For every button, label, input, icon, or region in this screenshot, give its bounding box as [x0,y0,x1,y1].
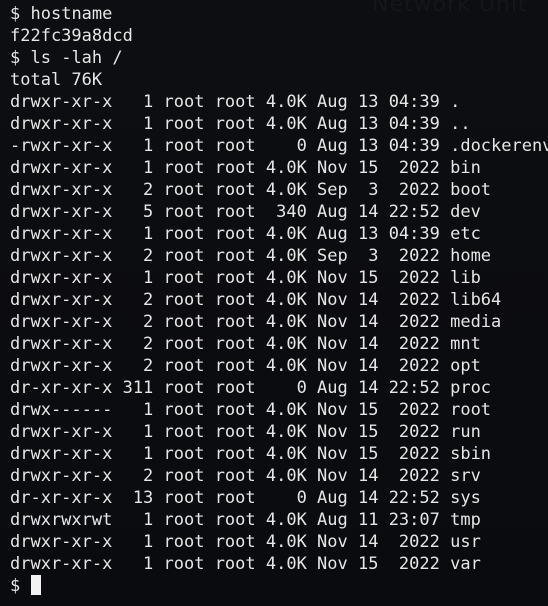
output-line: drwxrwxrwt 1 root root 4.0K Aug 11 23:07… [10,509,548,531]
output-line: drwxr-xr-x 1 root root 4.0K Nov 15 2022 … [10,267,548,289]
output-text: drwxr-xr-x 1 root root 4.0K Nov 15 2022 … [10,554,481,574]
output-text: drwxr-xr-x 1 root root 4.0K Nov 15 2022 … [10,444,492,464]
output-text: drwxr-xr-x 1 root root 4.0K Nov 15 2022 … [10,158,481,178]
output-text: drwxr-xr-x 2 root root 4.0K Sep 3 2022 b… [10,180,492,200]
terminal-window[interactable]: Network Unit $ hostname f22fc39a8dcd $ ls … [0,0,548,606]
output-text: drwxrwxrwt 1 root root 4.0K Aug 11 23:07… [10,510,481,530]
output-line: -rwxr-xr-x 1 root root 0 Aug 13 04:39 .d… [10,135,548,157]
command-line: $ hostname [10,3,548,25]
output-line: drwxr-xr-x 1 root root 4.0K Aug 13 04:39… [10,91,548,113]
output-text: drwxr-xr-x 1 root root 4.0K Nov 14 2022 … [10,532,481,552]
output-line: drwxr-xr-x 1 root root 4.0K Nov 14 2022 … [10,531,548,553]
output-line: drwxr-xr-x 1 root root 4.0K Aug 13 04:39… [10,223,548,245]
output-text: drwx------ 1 root root 4.0K Nov 15 2022 … [10,400,492,420]
command-text: ls -lah / [30,48,123,68]
output-line: dr-xr-xr-x 311 root root 0 Aug 14 22:52 … [10,377,548,399]
output-line: drwxr-xr-x 2 root root 4.0K Sep 3 2022 b… [10,179,548,201]
output-line: drwxr-xr-x 1 root root 4.0K Aug 13 04:39… [10,113,548,135]
output-text: drwxr-xr-x 2 root root 4.0K Nov 14 2022 … [10,356,481,376]
output-line: drwxr-xr-x 2 root root 4.0K Nov 14 2022 … [10,333,548,355]
output-line: drwxr-xr-x 2 root root 4.0K Sep 3 2022 h… [10,245,548,267]
output-line: drwxr-xr-x 2 root root 4.0K Nov 14 2022 … [10,311,548,333]
prompt-symbol: $ [10,48,21,68]
output-line: drwxr-xr-x 1 root root 4.0K Nov 15 2022 … [10,443,548,465]
output-text: drwxr-xr-x 5 root root 340 Aug 14 22:52 … [10,202,481,222]
output-line: drwxr-xr-x 1 root root 4.0K Nov 15 2022 … [10,553,548,575]
output-line: drwxr-xr-x 2 root root 4.0K Nov 14 2022 … [10,289,548,311]
output-text: drwxr-xr-x 1 root root 4.0K Aug 13 04:39… [10,92,461,112]
output-line: dr-xr-xr-x 13 root root 0 Aug 14 22:52 s… [10,487,548,509]
output-line: drwxr-xr-x 5 root root 340 Aug 14 22:52 … [10,201,548,223]
output-text: -rwxr-xr-x 1 root root 0 Aug 13 04:39 .d… [10,136,548,156]
command-line: $ ls -lah / [10,47,548,69]
text-cursor [30,575,41,595]
output-text: dr-xr-xr-x 13 root root 0 Aug 14 22:52 s… [10,488,481,508]
output-line: drwxr-xr-x 1 root root 4.0K Nov 15 2022 … [10,157,548,179]
output-text: f22fc39a8dcd [10,26,133,46]
output-line: drwxr-xr-x 2 root root 4.0K Nov 14 2022 … [10,355,548,377]
output-line: f22fc39a8dcd [10,25,548,47]
output-text: drwxr-xr-x 2 root root 4.0K Nov 14 2022 … [10,312,502,332]
output-line: drwxr-xr-x 1 root root 4.0K Nov 15 2022 … [10,421,548,443]
command-text: hostname [30,4,113,24]
output-line: total 76K [10,69,548,91]
prompt-symbol: $ [10,576,21,596]
prompt-symbol: $ [10,4,21,24]
output-text: dr-xr-xr-x 311 root root 0 Aug 14 22:52 … [10,378,492,398]
output-line: drwxr-xr-x 2 root root 4.0K Nov 14 2022 … [10,465,548,487]
output-text: drwxr-xr-x 1 root root 4.0K Aug 13 04:39… [10,114,471,134]
terminal-output: $ hostname f22fc39a8dcd $ ls -lah / total 7… [10,3,548,575]
output-text: drwxr-xr-x 2 root root 4.0K Sep 3 2022 h… [10,246,492,266]
output-text: drwxr-xr-x 1 root root 4.0K Nov 15 2022 … [10,268,481,288]
output-line: drwx------ 1 root root 4.0K Nov 15 2022 … [10,399,548,421]
output-text: drwxr-xr-x 2 root root 4.0K Nov 14 2022 … [10,290,502,310]
output-text: drwxr-xr-x 2 root root 4.0K Nov 14 2022 … [10,466,481,486]
active-prompt-line[interactable]: $ [10,575,548,597]
output-text: drwxr-xr-x 1 root root 4.0K Aug 13 04:39… [10,224,481,244]
output-text: drwxr-xr-x 1 root root 4.0K Nov 15 2022 … [10,422,481,442]
output-text: drwxr-xr-x 2 root root 4.0K Nov 14 2022 … [10,334,481,354]
output-text: total 76K [10,70,103,90]
